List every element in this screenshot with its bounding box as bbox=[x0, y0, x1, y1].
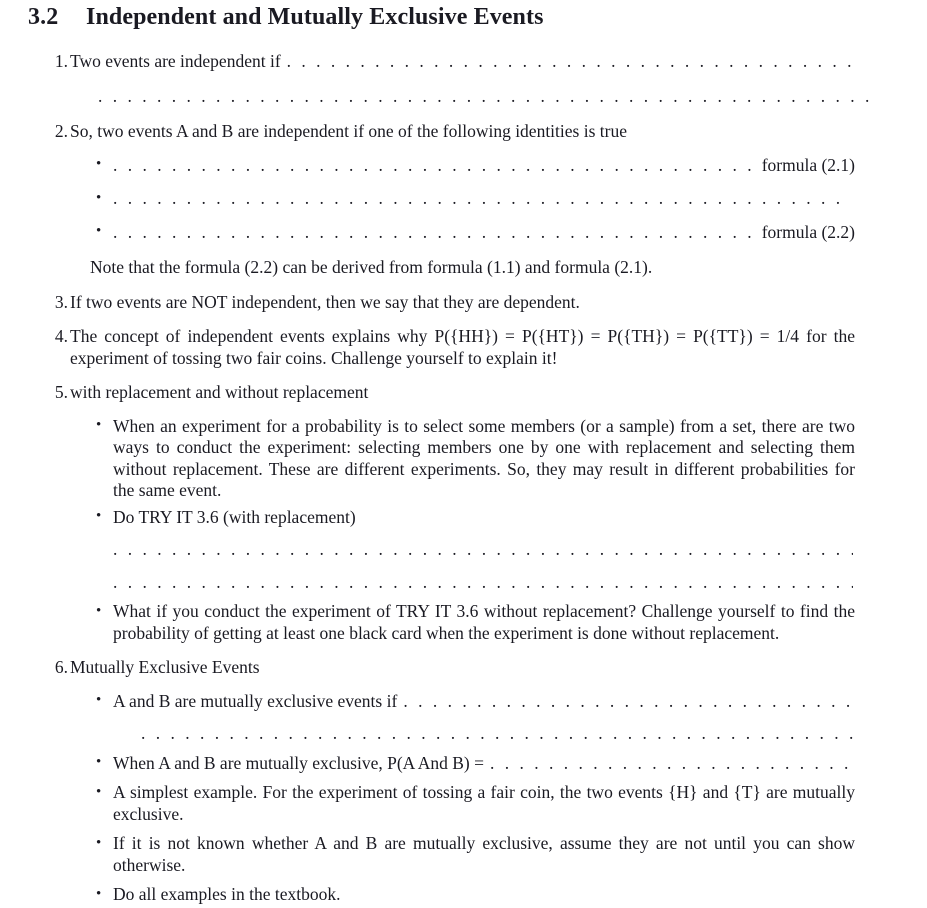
dotted-fill-try-it-1: . . . . . . . . . . . . . . . . . . . . … bbox=[113, 539, 853, 559]
bullet-body: When A and B are mutually exclusive, P(A… bbox=[113, 753, 855, 775]
list-item-4: 4. The concept of independent events exp… bbox=[0, 326, 927, 369]
bullet-body: If it is not known whether A and B are m… bbox=[113, 833, 855, 875]
bullet-6-2-text: When A and B are mutually exclusive, P(A… bbox=[113, 752, 484, 773]
dotted-fill-continuation-1: . . . . . . . . . . . . . . . . . . . . … bbox=[98, 85, 870, 106]
item-body-4: The concept of independent events explai… bbox=[70, 326, 855, 368]
bullet-body: . . . . . . . . . . . . . . . . . . . . … bbox=[113, 188, 855, 210]
bullet-do-all-examples: • Do all examples in the textbook. bbox=[70, 884, 855, 906]
bullet-body: Do all examples in the textbook. bbox=[113, 884, 341, 904]
item-body-6: Mutually Exclusive Events • A and B are … bbox=[70, 657, 855, 906]
item-5-bullets: • When an experiment for a probability i… bbox=[70, 416, 855, 645]
bullet-icon: • bbox=[96, 754, 102, 770]
item-body-5: with replacement and without replacement… bbox=[70, 382, 855, 644]
bullet-try-it-3-6: • Do TRY IT 3.6 (with replacement) . . .… bbox=[70, 507, 855, 594]
bullet-probability-a-and-b: • When A and B are mutually exclusive, P… bbox=[70, 753, 855, 775]
bullet-body: A and B are mutually exclusive events if… bbox=[113, 691, 855, 745]
bullet-try-it-text: Do TRY IT 3.6 (with replacement) bbox=[113, 506, 356, 527]
bullet-body: What if you conduct the experiment of TR… bbox=[113, 601, 855, 643]
item-marker-2: 2. bbox=[54, 121, 68, 141]
item-body-2: So, two events A and B are independent i… bbox=[70, 121, 855, 279]
bullet-icon: • bbox=[96, 885, 102, 902]
bullet-icon: • bbox=[96, 189, 102, 206]
bullet-simplest-example: • A simplest example. For the experiment… bbox=[70, 782, 855, 825]
bullet-without-replacement-challenge: • What if you conduct the experiment of … bbox=[70, 601, 855, 644]
bullet-body: When an experiment for a probability is … bbox=[113, 415, 855, 501]
item-body-3: If two events are NOT independent, then … bbox=[70, 291, 580, 312]
section-title: Independent and Mutually Exclusive Event… bbox=[86, 4, 544, 30]
dotted-fill: . . . . . . . . . . . . . . . . . . . . … bbox=[403, 690, 855, 711]
item-2-text: So, two events A and B are independent i… bbox=[70, 121, 627, 141]
dotted-fill: . . . . . . . . . . . . . . . . . . . . … bbox=[113, 188, 851, 208]
item-body-1: Two events are independent if . . . . . … bbox=[70, 51, 870, 107]
item-marker-6: 6. bbox=[54, 657, 68, 677]
dotted-fill: . . . . . . . . . . . . . . . . . . . . … bbox=[113, 154, 758, 175]
bullet-icon: • bbox=[96, 783, 102, 800]
dotted-fill: . . . . . . . . . . . . . . . . . . . . … bbox=[286, 51, 855, 71]
section-number: 3.2 bbox=[28, 4, 59, 30]
fill-line-1: Two events are independent if . . . . . … bbox=[70, 51, 855, 73]
fill-line: When A and B are mutually exclusive, P(A… bbox=[113, 753, 855, 775]
list-item-1: 1. Two events are independent if . . . .… bbox=[0, 51, 927, 107]
fill-line: A and B are mutually exclusive events if… bbox=[113, 691, 855, 713]
bullet-formula-2-2: • . . . . . . . . . . . . . . . . . . . … bbox=[70, 222, 855, 244]
item-5-text: with replacement and without replacement bbox=[70, 382, 369, 402]
bullet-icon: • bbox=[96, 156, 102, 172]
bullet-replacement-explanation: • When an experiment for a probability i… bbox=[70, 416, 855, 502]
item-6-text: Mutually Exclusive Events bbox=[70, 657, 260, 677]
item-marker-5: 5. bbox=[54, 382, 68, 402]
bullet-icon: • bbox=[96, 602, 102, 619]
item-marker-1: 1. bbox=[54, 51, 68, 71]
bullet-6-1-text: A and B are mutually exclusive events if bbox=[113, 690, 398, 711]
item-1-text: Two events are independent if bbox=[70, 51, 281, 71]
bullet-formula-2-1: • . . . . . . . . . . . . . . . . . . . … bbox=[70, 155, 855, 177]
item-6-bullets: • A and B are mutually exclusive events … bbox=[70, 691, 855, 906]
fill-line: . . . . . . . . . . . . . . . . . . . . … bbox=[113, 222, 855, 244]
dotted-fill: . . . . . . . . . . . . . . . . . . . . … bbox=[490, 752, 855, 773]
dotted-fill-try-it-2: . . . . . . . . . . . . . . . . . . . . … bbox=[113, 571, 853, 592]
dotted-fill-continuation-6: . . . . . . . . . . . . . . . . . . . . … bbox=[141, 723, 853, 743]
fill-line: . . . . . . . . . . . . . . . . . . . . … bbox=[113, 188, 855, 210]
bullet-icon: • bbox=[96, 223, 102, 239]
item-2-bullets: • . . . . . . . . . . . . . . . . . . . … bbox=[70, 155, 855, 244]
formula-label-2-2: formula (2.2) bbox=[761, 221, 855, 242]
dotted-fill: . . . . . . . . . . . . . . . . . . . . … bbox=[113, 221, 758, 242]
item-marker-3: 3. bbox=[54, 291, 68, 312]
bullet-body: Do TRY IT 3.6 (with replacement) . . . .… bbox=[113, 507, 855, 594]
list-item-6: 6. Mutually Exclusive Events • A and B a… bbox=[0, 657, 927, 906]
numbered-list: 1. Two events are independent if . . . .… bbox=[0, 51, 927, 906]
fill-line: . . . . . . . . . . . . . . . . . . . . … bbox=[113, 155, 855, 177]
bullet-icon: • bbox=[96, 834, 102, 851]
bullet-assume-not-exclusive: • If it is not known whether A and B are… bbox=[70, 833, 855, 876]
formula-label-2-1: formula (2.1) bbox=[761, 154, 855, 175]
list-item-5: 5. with replacement and without replacem… bbox=[0, 382, 927, 644]
bullet-body: A simplest example. For the experiment o… bbox=[113, 782, 855, 824]
bullet-icon: • bbox=[96, 692, 102, 708]
bullet-icon: • bbox=[96, 417, 102, 433]
bullet-mutually-exclusive-definition: • A and B are mutually exclusive events … bbox=[70, 691, 855, 745]
page-title: 3.2 Independent and Mutually Exclusive E… bbox=[0, 4, 927, 31]
item-marker-4: 4. bbox=[54, 326, 68, 346]
bullet-body: . . . . . . . . . . . . . . . . . . . . … bbox=[113, 155, 855, 177]
bullet-body: . . . . . . . . . . . . . . . . . . . . … bbox=[113, 222, 855, 244]
bullet-icon: • bbox=[96, 508, 102, 524]
document-page: 3.2 Independent and Mutually Exclusive E… bbox=[0, 4, 927, 908]
list-item-3: 3. If two events are NOT independent, th… bbox=[0, 292, 927, 314]
list-item-2: 2. So, two events A and B are independen… bbox=[0, 121, 927, 279]
bullet-formula-blank: • . . . . . . . . . . . . . . . . . . . … bbox=[70, 188, 855, 210]
item-2-note: Note that the formula (2.2) can be deriv… bbox=[90, 257, 653, 277]
